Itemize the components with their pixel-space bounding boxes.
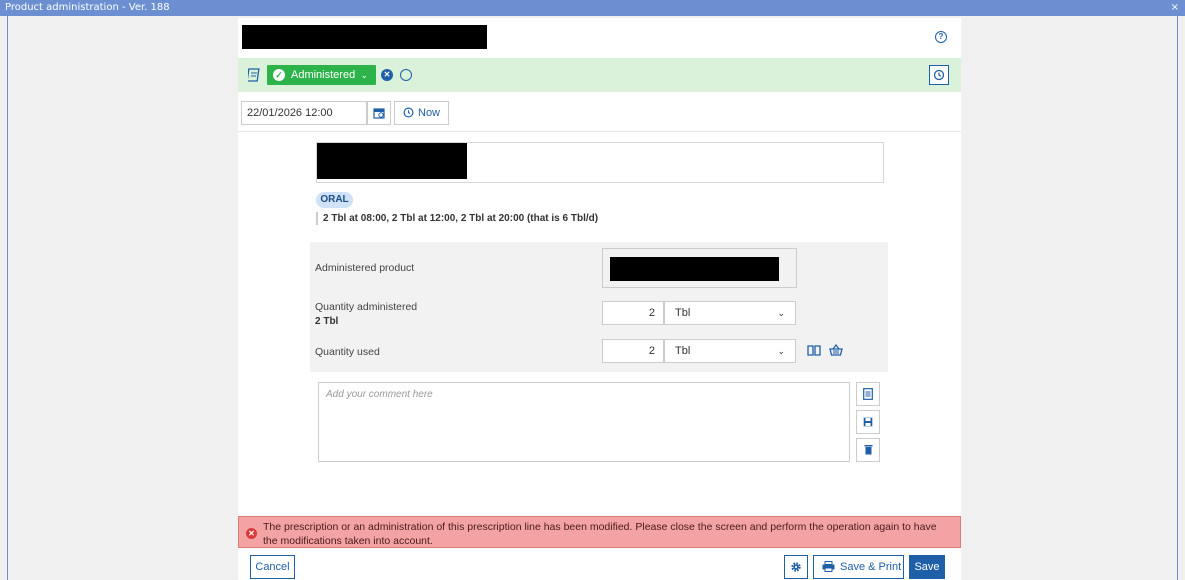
window-close-button[interactable]: × [1171,0,1179,16]
cancel-button[interactable]: Cancel [250,555,295,579]
window-title: Product administration - Ver. 188 [5,2,170,13]
route-badge: ORAL [316,192,353,208]
error-message: The prescription or an administration of… [263,521,937,547]
chevron-down-icon: ⌄ [777,346,785,356]
administered-product-field[interactable] [602,248,797,288]
redacted-product-name [317,143,467,179]
chevron-down-icon: ⌄ [777,308,785,318]
delete-comment-button[interactable] [856,438,880,462]
save-print-label: Save & Print [840,561,902,573]
settings-button[interactable] [784,555,808,579]
save-comment-button[interactable] [856,410,880,434]
basket-icon[interactable] [829,344,843,358]
dosage-schedule: 2 Tbl at 08:00, 2 Tbl at 12:00, 2 Tbl at… [316,212,598,225]
redacted-patient-name [242,25,487,49]
quantity-used-input[interactable]: 2 [602,339,664,363]
history-button[interactable] [929,65,949,85]
save-button[interactable]: Save [909,555,945,579]
datetime-bar: 22/01/2026 12:00 Now [238,92,961,132]
quantity-administered-summary: 2 Tbl [315,316,339,327]
quantity-administered-unit-select[interactable]: Tbl ⌄ [664,301,796,325]
not-administered-icon[interactable]: ✕ [381,69,393,81]
quantity-used-unit-select[interactable]: Tbl ⌄ [664,339,796,363]
redacted-administered-product [610,257,779,281]
administered-product-label: Administered product [315,262,415,274]
unit-label: Tbl [675,345,691,357]
now-label: Now [418,107,441,119]
save-print-button[interactable]: Save & Print [813,555,904,579]
pending-circle-icon[interactable] [400,69,412,81]
window-titlebar: Product administration - Ver. 188 × [0,0,1185,16]
datetime-input[interactable]: 22/01/2026 12:00 [241,101,367,125]
main-panel: ? ✓ Administered ⌄ ✕ 22/01/2026 12:00 Now… [238,18,961,580]
unit-label: Tbl [675,307,691,319]
error-banner: ✕ The prescription or an administration … [238,516,961,548]
comment-template-button[interactable] [856,382,880,406]
prescription-doc-icon[interactable] [246,68,260,82]
now-button[interactable]: Now [394,101,449,125]
quantity-administered-label: Quantity administered [315,301,418,313]
product-box [316,142,884,183]
help-icon[interactable]: ? [935,31,947,43]
administration-section: Administered product Quantity administer… [310,242,888,372]
comment-textarea[interactable]: Add your comment here [318,382,850,462]
status-label: Administered [291,69,356,81]
status-bar: ✓ Administered ⌄ ✕ [238,58,961,92]
calendar-button[interactable] [367,101,391,125]
quantity-used-label: Quantity used [315,346,380,358]
status-dropdown-button[interactable]: ✓ Administered ⌄ [267,65,376,85]
book-icon[interactable] [807,344,821,358]
chevron-down-icon: ⌄ [360,70,368,80]
check-icon: ✓ [273,69,285,81]
quantity-administered-input[interactable]: 2 [602,301,664,325]
error-icon: ✕ [246,528,257,539]
